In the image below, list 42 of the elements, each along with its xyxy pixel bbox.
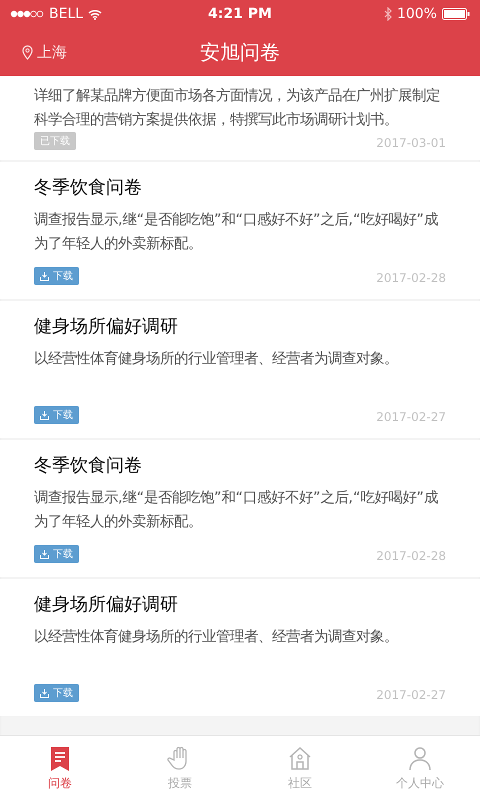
download-button[interactable]: 下载: [34, 406, 79, 424]
survey-title: 健身场所偏好调研: [34, 593, 179, 617]
download-button[interactable]: 下载: [34, 684, 79, 702]
download-button[interactable]: 下载: [34, 267, 79, 285]
survey-card[interactable]: 冬季饮食问卷 调查报告显示,继“是否能吃饱”和“口感好不好”之后,“吃好喝好”成为了年轻人的外卖新标配。 下载 2017-02-28: [0, 162, 480, 299]
tab-item[interactable]: 投票: [120, 736, 240, 800]
download-icon: [40, 688, 49, 698]
survey-title: 健身场所偏好调研: [34, 315, 179, 339]
survey-date: 2017-02-28: [376, 549, 446, 563]
battery-percent: 100%: [396, 6, 437, 22]
location-pin-icon: [22, 44, 33, 60]
survey-date: 2017-03-01: [376, 136, 446, 150]
survey-date: 2017-02-27: [376, 688, 446, 702]
survey-description: 以经营性体育健身场所的行业管理者、经营者为调查对象。: [34, 628, 399, 647]
survey-description: 调查报告显示,继“是否能吃饱”和“口感好不好”之后,“吃好喝好”成为了年轻人的外卖新标配。: [34, 210, 439, 254]
app-title: 安旭问卷: [200, 38, 280, 66]
survey-title: 冬季饮食问卷: [34, 176, 143, 200]
tab-item[interactable]: 问卷: [0, 736, 120, 800]
survey-title: 冬季饮食问卷: [34, 454, 143, 478]
survey-date: 2017-02-28: [376, 271, 446, 285]
survey-description: 详细了解某品牌方便面市场各方面情况，为该产品在广州扩展制定科学合理的营销方案提供依据，特撰写此市场调研计划书。: [34, 86, 441, 130]
download-icon: [40, 410, 49, 420]
survey-description: 以经营性体育健身场所的行业管理者、经营者为调查对象。: [34, 350, 399, 369]
signal-icon: [10, 10, 44, 18]
carrier-name: BELL: [49, 6, 84, 22]
tab-item[interactable]: 个人中心: [360, 736, 480, 800]
download-button[interactable]: 下载: [34, 545, 79, 563]
status-time: 4:21 PM: [208, 6, 272, 22]
tab-item[interactable]: 社区: [240, 736, 360, 800]
battery-icon: [442, 8, 470, 20]
bluetooth-icon: [384, 7, 392, 21]
location-button[interactable]: 上海: [16, 28, 73, 76]
wifi-icon: [88, 8, 102, 20]
survey-card[interactable]: 健身场所偏好调研 以经营性体育健身场所的行业管理者、经营者为调查对象。 下载 2017-02-27: [0, 579, 480, 716]
survey-card[interactable]: 健身场所偏好调研 以经营性体育健身场所的行业管理者、经营者为调查对象。 下载 2017-02-27: [0, 301, 480, 438]
download-icon: [40, 272, 49, 280]
survey-description: 调查报告显示,继“是否能吃饱”和“口感好不好”之后,“吃好喝好”成为了年轻人的外卖新标配。: [34, 488, 439, 532]
house-icon: [287, 744, 313, 772]
person-icon: [407, 744, 433, 772]
survey-card[interactable]: 冬季饮食问卷 调查报告显示,继“是否能吃饱”和“口感好不好”之后,“吃好喝好”成为了年轻人的外卖新标配。 下载 2017-02-28: [0, 440, 480, 577]
download-icon: [40, 550, 49, 558]
survey-date: 2017-02-27: [376, 410, 446, 424]
